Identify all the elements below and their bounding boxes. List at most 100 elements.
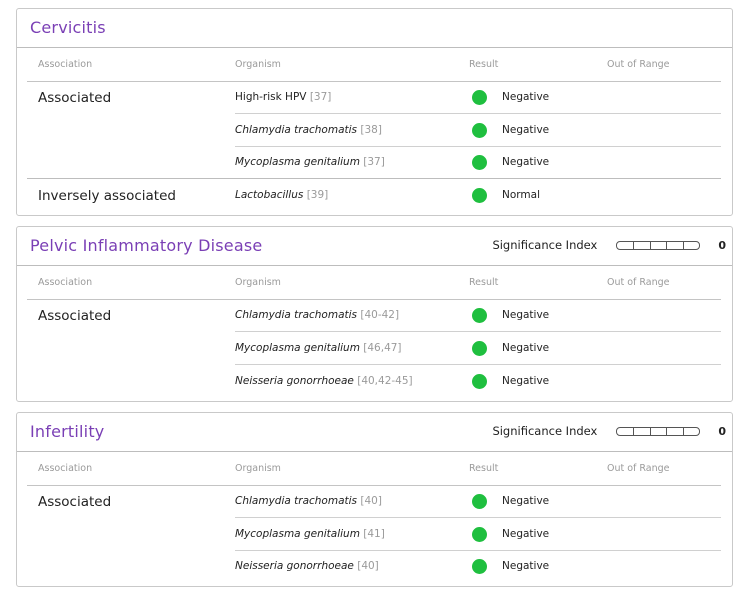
card-pelvic-inflammatory-disease: Pelvic Inflammatory Disease Significance… — [16, 226, 733, 402]
meter-segment — [617, 427, 634, 435]
meter-segment — [684, 242, 700, 249]
reference: [40] — [357, 560, 379, 572]
table-row: High-risk HPV [37] Negative — [27, 82, 721, 114]
table-row: Lactobacillus [39] Normal — [27, 180, 721, 212]
column-header-organism: Organism — [235, 59, 281, 70]
column-header-out-of-range: Out of Range — [607, 463, 670, 474]
significance-meter — [616, 426, 701, 436]
organism-name: Chlamydia trachomatis — [235, 124, 358, 136]
organism-cell: Mycoplasma genitalium [41] — [235, 528, 385, 540]
card-header: Cervicitis — [17, 9, 732, 48]
card-title: Pelvic Inflammatory Disease — [30, 236, 263, 255]
column-header-result: Result — [469, 463, 499, 474]
organism-cell: Chlamydia trachomatis [40] — [235, 495, 382, 507]
organism-cell: Lactobacillus [39] — [235, 189, 328, 201]
organism-cell: Chlamydia trachomatis [40-42] — [235, 309, 399, 321]
table-row: Neisseria gonorrhoeae [40,42-45] Negativ… — [27, 366, 721, 398]
card-title: Infertility — [30, 422, 105, 441]
column-header-result: Result — [469, 277, 499, 288]
table-row: Chlamydia trachomatis [40-42] Negative — [27, 300, 721, 332]
result-value: Normal — [502, 189, 540, 201]
result-value: Negative — [502, 309, 550, 321]
row-divider — [235, 113, 721, 114]
meter-segment — [634, 427, 651, 435]
reference: [46,47] — [363, 342, 402, 354]
organism-name: Mycoplasma genitalium — [235, 342, 360, 354]
organism-name: Mycoplasma genitalium — [235, 156, 360, 168]
table-row: Mycoplasma genitalium [41] Negative — [27, 519, 721, 551]
card-header: Infertility Significance Index 0 — [17, 413, 732, 452]
meter-segment — [684, 428, 700, 435]
organism-cell: Neisseria gonorrhoeae [40,42-45] — [235, 375, 413, 387]
group-divider — [27, 178, 721, 179]
meter-segment — [667, 427, 684, 435]
column-header-out-of-range: Out of Range — [607, 277, 670, 288]
organism-cell: Mycoplasma genitalium [37] — [235, 156, 385, 168]
reference: [38] — [360, 124, 382, 136]
table-row: Neisseria gonorrhoeae [40] Negative — [27, 551, 721, 583]
organism-name: Chlamydia trachomatis — [235, 309, 358, 321]
reference: [40-42] — [360, 309, 400, 321]
column-header-organism: Organism — [235, 463, 281, 474]
significance-value: 0 — [718, 424, 726, 438]
table-header: Association Organism Result Out of Range — [27, 452, 721, 486]
organism-cell: Neisseria gonorrhoeae [40] — [235, 560, 379, 572]
status-dot-icon — [472, 188, 487, 203]
organism-name: Neisseria gonorrhoeae — [235, 375, 354, 387]
reference: [37] — [309, 91, 332, 103]
status-dot-icon — [472, 374, 487, 389]
result-value: Negative — [502, 342, 550, 354]
reference: [39] — [306, 189, 329, 201]
significance-meter — [616, 240, 701, 250]
result-value: Negative — [502, 560, 550, 572]
organism-name: Chlamydia trachomatis — [235, 495, 358, 507]
table-row: Mycoplasma genitalium [46,47] Negative — [27, 333, 721, 365]
status-dot-icon — [472, 341, 487, 356]
meter-segment — [617, 241, 634, 249]
table-header: Association Organism Result Out of Range — [27, 48, 721, 82]
status-dot-icon — [472, 90, 487, 105]
result-value: Negative — [502, 375, 550, 387]
organism-cell: Chlamydia trachomatis [38] — [235, 124, 382, 136]
meter-segment — [651, 427, 668, 435]
row-divider — [235, 517, 721, 518]
column-header-association: Association — [38, 277, 93, 288]
organism-cell: Mycoplasma genitalium [46,47] — [235, 342, 402, 354]
result-value: Negative — [502, 528, 550, 540]
meter-segment — [667, 241, 684, 249]
organism-name: High-risk HPV — [235, 91, 307, 103]
significance-label: Significance Index — [492, 424, 598, 438]
reference: [40] — [360, 495, 382, 507]
result-value: Negative — [502, 495, 550, 507]
column-header-association: Association — [38, 59, 93, 70]
card-header: Pelvic Inflammatory Disease Significance… — [17, 227, 732, 266]
column-header-organism: Organism — [235, 277, 281, 288]
status-dot-icon — [472, 494, 487, 509]
table-row: Chlamydia trachomatis [38] Negative — [27, 115, 721, 147]
result-value: Negative — [502, 124, 550, 136]
reference: [40,42-45] — [357, 375, 413, 387]
column-header-association: Association — [38, 463, 93, 474]
reference: [41] — [363, 528, 385, 540]
result-value: Negative — [502, 156, 550, 168]
organism-cell: High-risk HPV [37] — [235, 91, 331, 103]
column-header-result: Result — [469, 59, 499, 70]
status-dot-icon — [472, 308, 487, 323]
organism-name: Lactobacillus — [235, 189, 304, 201]
status-dot-icon — [472, 155, 487, 170]
table-row: Mycoplasma genitalium [37] Negative — [27, 147, 721, 179]
reference: [37] — [363, 156, 385, 168]
status-dot-icon — [472, 527, 487, 542]
significance-index: Significance Index 0 — [492, 238, 726, 252]
significance-value: 0 — [718, 238, 726, 252]
significance-index: Significance Index 0 — [492, 424, 726, 438]
table-header: Association Organism Result Out of Range — [27, 266, 721, 300]
table-row: Chlamydia trachomatis [40] Negative — [27, 486, 721, 518]
status-dot-icon — [472, 123, 487, 138]
meter-segment — [651, 241, 668, 249]
organism-name: Neisseria gonorrhoeae — [235, 560, 354, 572]
row-divider — [235, 331, 721, 332]
meter-segment — [634, 241, 651, 249]
card-title: Cervicitis — [30, 18, 106, 37]
row-divider — [235, 364, 721, 365]
